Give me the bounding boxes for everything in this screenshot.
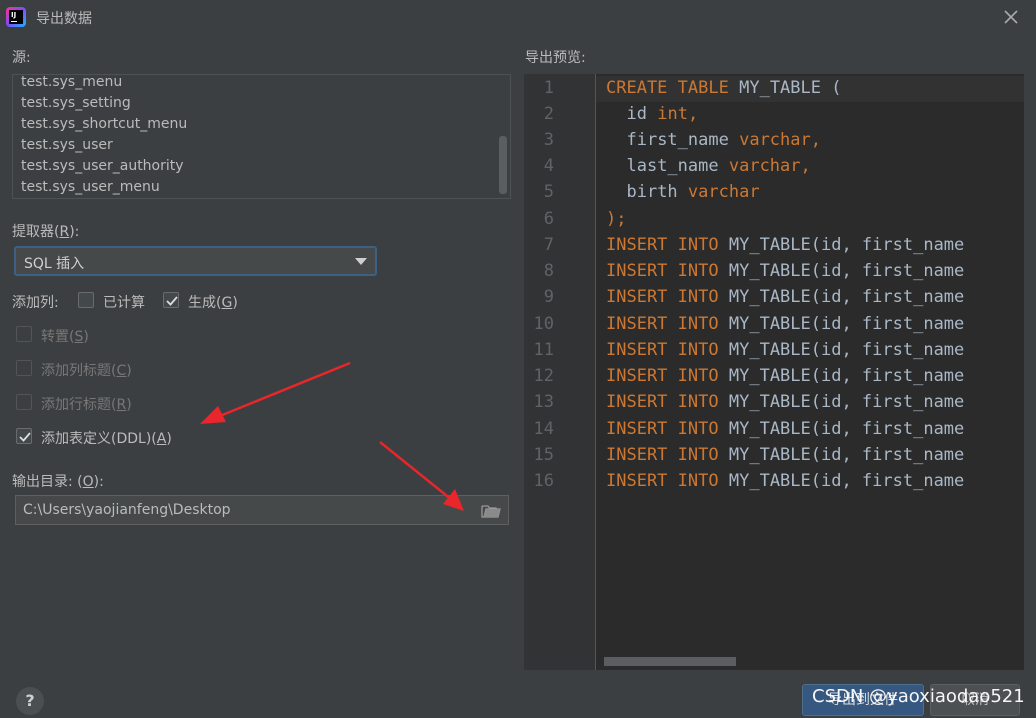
close-icon[interactable] [1000,6,1022,28]
source-item[interactable]: test.sys_user_menu [21,179,160,195]
app-logo-icon: IJ [6,7,26,27]
source-list[interactable]: test.sys_menu test.sys_setting test.sys_… [12,74,511,199]
code-line: INSERT INTO MY_TABLE(id, first_name [606,261,965,281]
generated-checkbox[interactable] [163,292,179,308]
code-line: ); [606,209,627,229]
code-line: INSERT INTO MY_TABLE(id, first_name [606,419,965,439]
preview-label: 导出预览: [525,50,586,66]
code-line: birth varchar [626,182,760,202]
code-line: INSERT INTO MY_TABLE(id, first_name [606,314,965,334]
source-item[interactable]: test.sys_user_authority [21,158,184,174]
line-number: 3 [543,130,554,150]
add-column-headers-checkbox[interactable] [16,360,32,376]
line-number: 10 [533,314,554,334]
code-line: INSERT INTO MY_TABLE(id, first_name [606,287,965,307]
preview-horizontal-scrollbar[interactable] [604,657,736,666]
source-label: 源: [12,50,31,66]
source-item[interactable]: test.sys_setting [21,95,131,111]
line-number: 15 [533,445,554,465]
line-number: 6 [543,209,554,229]
transpose-label: 转置(S) [41,329,89,345]
source-item[interactable]: test.sys_user [21,137,113,153]
code-line: first_name varchar, [626,130,821,150]
source-item[interactable]: test.sys_menu [21,75,122,90]
watermark: CSDN @yaoxiaodao521 [812,686,1025,707]
computed-checkbox[interactable] [78,292,94,308]
output-dir-field[interactable]: C:\Users\yaojianfeng\Desktop [15,495,509,525]
code-line: last_name varchar, [626,156,811,176]
gutter-divider [595,74,596,670]
add-ddl-checkbox[interactable] [16,428,32,444]
generated-label: 生成(G) [188,295,238,311]
line-number: 12 [533,366,554,386]
code-line: CREATE TABLE MY_TABLE ( [606,78,842,98]
line-number: 1 [543,78,554,98]
code-line: INSERT INTO MY_TABLE(id, first_name [606,445,965,465]
transpose-checkbox[interactable] [16,326,32,342]
add-row-headers-checkbox[interactable] [16,394,32,410]
output-dir-label: 输出目录: (O): [12,474,104,490]
folder-icon[interactable] [481,503,501,519]
add-ddl-label: 添加表定义(DDL)(A) [41,431,172,447]
extractor-value: SQL 插入 [24,256,85,272]
line-number: 7 [543,235,554,255]
line-number: 8 [543,261,554,281]
code-line: INSERT INTO MY_TABLE(id, first_name [606,340,965,360]
code-line: INSERT INTO MY_TABLE(id, first_name [606,471,965,491]
title-bar [0,0,1036,36]
line-number: 2 [543,104,554,124]
add-column-headers-label: 添加列标题(C) [41,363,132,379]
add-columns-label: 添加列: [12,295,59,311]
window-title: 导出数据 [36,11,92,27]
source-scrollbar[interactable] [499,136,507,194]
source-item[interactable]: test.sys_shortcut_menu [21,116,187,132]
extractor-label: 提取器(R): [12,224,80,240]
line-number: 9 [543,287,554,307]
line-number: 13 [533,392,554,412]
line-number: 14 [533,419,554,439]
computed-label: 已计算 [103,295,145,311]
line-number: 4 [543,156,554,176]
line-number: 5 [543,182,554,202]
code-line: id int, [626,104,699,124]
extractor-dropdown[interactable]: SQL 插入 [14,246,377,276]
add-row-headers-label: 添加行标题(R) [41,397,132,413]
code-line: INSERT INTO MY_TABLE(id, first_name [606,366,965,386]
line-number: 16 [533,471,554,491]
arrow-to-ddl-checkbox [200,361,351,424]
help-button[interactable]: ? [16,687,44,715]
line-number: 11 [533,340,554,360]
chevron-down-icon [355,258,367,265]
code-line: INSERT INTO MY_TABLE(id, first_name [606,235,965,255]
code-line: INSERT INTO MY_TABLE(id, first_name [606,392,965,412]
output-dir-value: C:\Users\yaojianfeng\Desktop [23,502,231,518]
